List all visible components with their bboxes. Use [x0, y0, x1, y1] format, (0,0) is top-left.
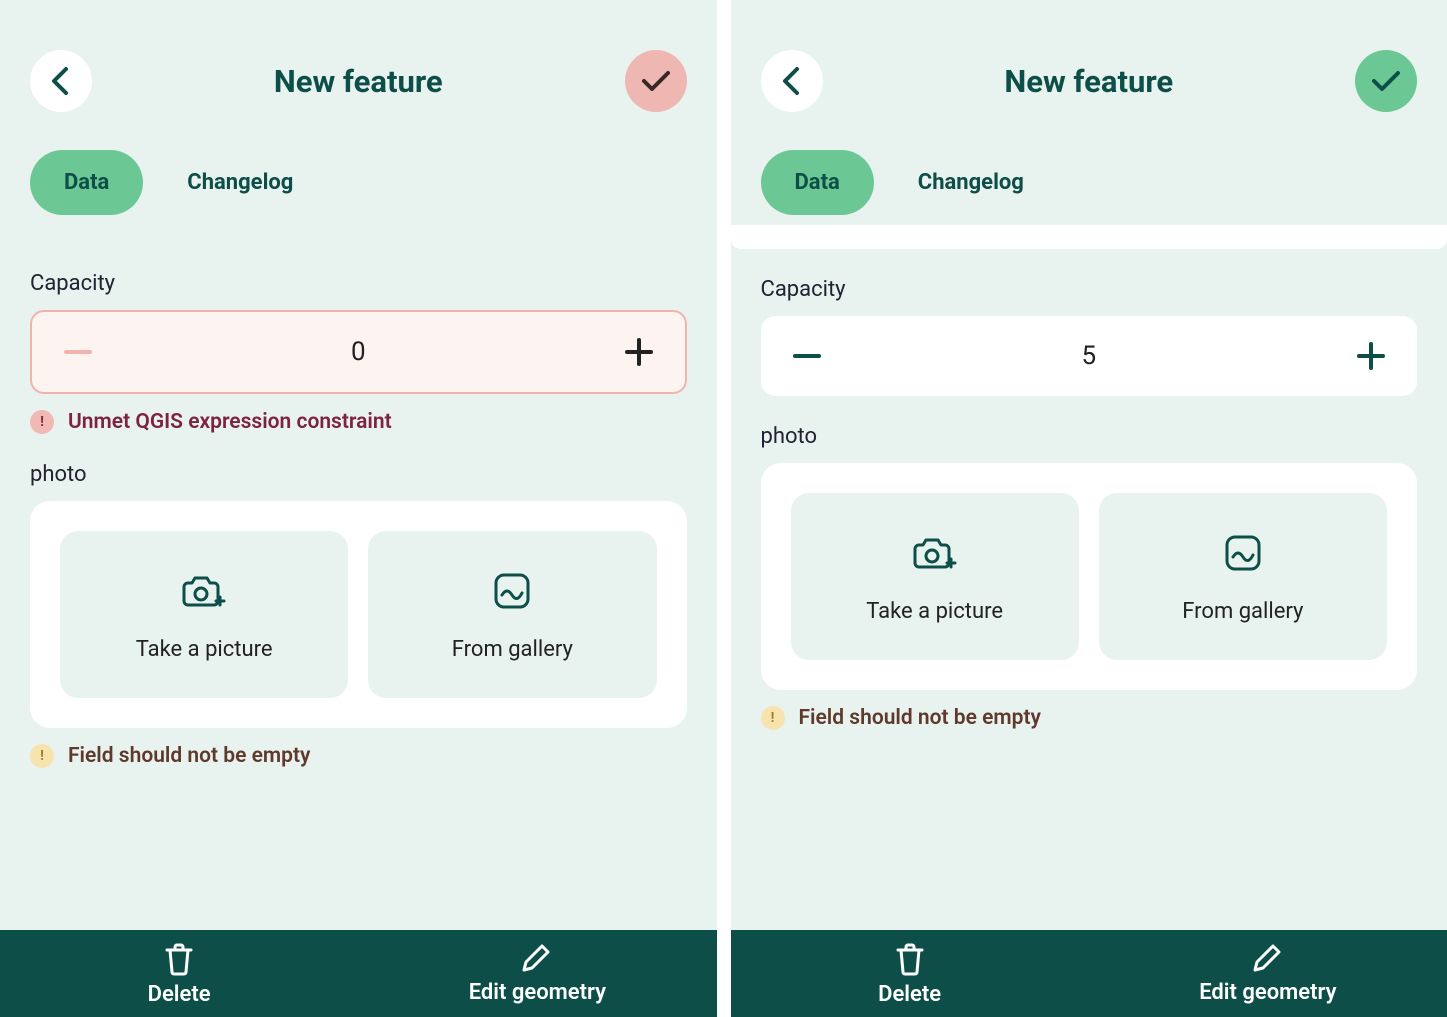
- warning-icon: !: [761, 706, 785, 730]
- delete-label: Delete: [878, 982, 941, 1007]
- header: New feature: [731, 0, 1447, 132]
- back-button[interactable]: [761, 50, 823, 112]
- capacity-minus-button[interactable]: [789, 338, 825, 374]
- photo-label: photo: [30, 462, 687, 487]
- left-panel: New feature Data Changelog Capacity 0 ! …: [0, 0, 717, 1017]
- capacity-plus-button[interactable]: [621, 334, 657, 370]
- minus-icon: [793, 353, 821, 359]
- page-title: New feature: [274, 63, 443, 100]
- error-icon: !: [30, 410, 54, 434]
- confirm-button[interactable]: [1355, 50, 1417, 112]
- header: New feature: [0, 0, 717, 132]
- capacity-error-text: Unmet QGIS expression constraint: [68, 410, 392, 434]
- capacity-stepper: 0: [30, 310, 687, 394]
- check-icon: [1371, 69, 1401, 93]
- tab-changelog[interactable]: Changelog: [884, 150, 1058, 215]
- back-icon: [780, 67, 804, 95]
- edit-geometry-label: Edit geometry: [1199, 980, 1336, 1005]
- content: Capacity 0 ! Unmet QGIS expression const…: [0, 225, 717, 930]
- tab-data[interactable]: Data: [30, 150, 143, 215]
- edit-geometry-button[interactable]: Edit geometry: [1089, 942, 1447, 1007]
- back-icon: [49, 67, 73, 95]
- from-gallery-label: From gallery: [1182, 599, 1303, 624]
- from-gallery-button[interactable]: From gallery: [368, 531, 656, 698]
- photo-warning: ! Field should not be empty: [761, 706, 1418, 730]
- camera-icon: [913, 533, 957, 573]
- check-icon: [641, 69, 671, 93]
- take-picture-button[interactable]: Take a picture: [791, 493, 1079, 660]
- capacity-label: Capacity: [30, 271, 687, 296]
- camera-icon: [182, 571, 226, 611]
- right-panel: New feature Data Changelog Capacity 5 ph…: [731, 0, 1447, 1017]
- page-title: New feature: [1004, 63, 1173, 100]
- warning-icon: !: [30, 744, 54, 768]
- photo-warning: ! Field should not be empty: [30, 744, 687, 768]
- photo-warning-text: Field should not be empty: [68, 744, 310, 768]
- photo-card: Take a picture From gallery: [761, 463, 1418, 690]
- capacity-stepper: 5: [761, 316, 1418, 396]
- edit-geometry-button[interactable]: Edit geometry: [358, 942, 716, 1007]
- edit-geometry-label: Edit geometry: [469, 980, 606, 1005]
- bottom-bar: Delete Edit geometry: [0, 930, 717, 1017]
- pencil-icon: [1253, 942, 1283, 974]
- plus-icon: [625, 338, 653, 366]
- tabs: Data Changelog: [731, 132, 1447, 225]
- trash-icon: [894, 942, 926, 976]
- delete-button[interactable]: Delete: [0, 942, 358, 1007]
- capacity-label: Capacity: [761, 277, 1418, 302]
- minus-icon: [64, 349, 92, 355]
- from-gallery-button[interactable]: From gallery: [1099, 493, 1387, 660]
- capacity-minus-button[interactable]: [60, 334, 96, 370]
- take-picture-label: Take a picture: [136, 637, 273, 662]
- content: Capacity 5 photo Take a picture: [731, 225, 1447, 930]
- photo-card: Take a picture From gallery: [30, 501, 687, 728]
- take-picture-label: Take a picture: [866, 599, 1003, 624]
- pencil-icon: [522, 942, 552, 974]
- confirm-button[interactable]: [625, 50, 687, 112]
- photo-warning-text: Field should not be empty: [799, 706, 1041, 730]
- tabs: Data Changelog: [0, 132, 717, 225]
- plus-icon: [1357, 342, 1385, 370]
- panel-divider: [717, 0, 731, 1017]
- photo-label: photo: [761, 424, 1418, 449]
- previous-field-edge: [731, 225, 1447, 249]
- gallery-icon: [492, 571, 532, 611]
- tab-changelog[interactable]: Changelog: [153, 150, 327, 215]
- capacity-error: ! Unmet QGIS expression constraint: [30, 410, 687, 434]
- back-button[interactable]: [30, 50, 92, 112]
- capacity-value: 0: [351, 337, 366, 367]
- delete-label: Delete: [148, 982, 211, 1007]
- trash-icon: [163, 942, 195, 976]
- take-picture-button[interactable]: Take a picture: [60, 531, 348, 698]
- capacity-plus-button[interactable]: [1353, 338, 1389, 374]
- capacity-value: 5: [1081, 341, 1096, 371]
- tab-data[interactable]: Data: [761, 150, 874, 215]
- delete-button[interactable]: Delete: [731, 942, 1089, 1007]
- bottom-bar: Delete Edit geometry: [731, 930, 1447, 1017]
- gallery-icon: [1223, 533, 1263, 573]
- from-gallery-label: From gallery: [452, 637, 573, 662]
